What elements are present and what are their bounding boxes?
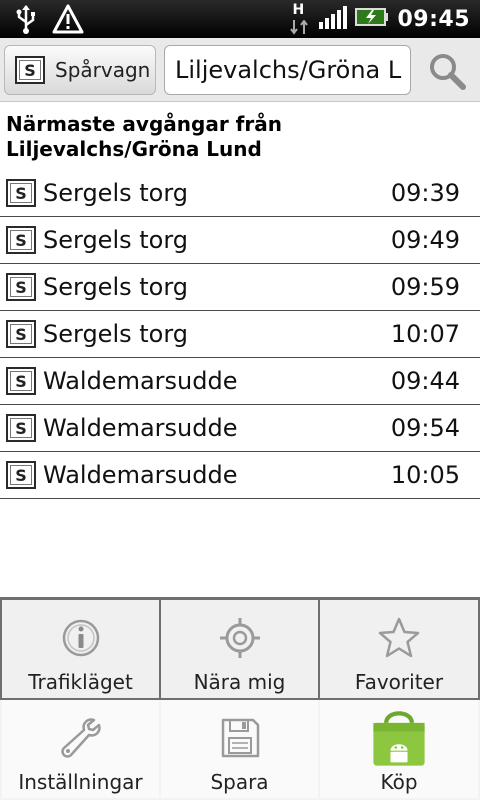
departure-destination: Waldemarsudde	[43, 461, 238, 489]
warning-icon	[52, 4, 84, 38]
departure-row[interactable]: S Sergels torg 09:49	[0, 217, 480, 264]
menu-item-label: Spara	[210, 770, 269, 794]
departure-destination: Sergels torg	[43, 226, 189, 254]
menu-item-label: Nära mig	[193, 670, 286, 694]
menu-item-spara[interactable]: Spara	[161, 700, 318, 798]
departure-row[interactable]: S Waldemarsudde 10:05	[0, 452, 480, 499]
departure-time: 09:49	[390, 226, 460, 254]
tram-s-icon: S	[6, 367, 36, 395]
tram-s-icon: S	[6, 461, 36, 489]
hsdpa-icon: H	[289, 2, 311, 36]
battery-charging-icon	[355, 7, 389, 31]
transport-mode-label: Spårvagn	[55, 58, 151, 82]
menu-item-label: Köp	[380, 770, 418, 794]
toolbar: S Spårvagn Liljevalchs/Gröna L	[0, 38, 480, 102]
transport-mode-button[interactable]: S Spårvagn	[4, 45, 156, 95]
departure-destination: Sergels torg	[43, 273, 189, 301]
menu-item-favoriter[interactable]: Favoriter	[320, 600, 478, 698]
departures-heading: Närmaste avgångar från Liljevalchs/Gröna…	[6, 112, 282, 161]
departure-time: 09:59	[390, 273, 460, 301]
search-button[interactable]	[426, 50, 468, 92]
departure-time: 10:07	[390, 320, 460, 348]
menu-item-label: Inställningar	[18, 770, 143, 794]
tram-s-icon: S	[6, 179, 36, 207]
departure-row[interactable]: S Waldemarsudde 09:44	[0, 358, 480, 405]
menu-item-kop[interactable]: Köp	[320, 700, 478, 798]
departure-destination: Sergels torg	[43, 320, 189, 348]
status-bar: H 09:45	[0, 0, 480, 38]
market-bag-icon	[373, 711, 425, 766]
crosshair-icon	[219, 618, 260, 658]
departure-row[interactable]: S Waldemarsudde 09:54	[0, 405, 480, 452]
menu-item-nara-mig[interactable]: Nära mig	[161, 600, 318, 698]
tram-s-icon: S	[15, 56, 45, 84]
menu-item-trafiklaget[interactable]: Trafikläget	[2, 600, 159, 698]
departure-time: 09:39	[390, 179, 460, 207]
tram-s-icon: S	[6, 226, 36, 254]
wrench-icon	[60, 718, 101, 758]
departure-destination: Waldemarsudde	[43, 367, 238, 395]
departure-time: 09:54	[390, 414, 460, 442]
departure-destination: Sergels torg	[43, 179, 189, 207]
info-icon	[62, 619, 99, 657]
menu-item-label: Trafikläget	[28, 670, 133, 694]
stop-search-value: Liljevalchs/Gröna L	[175, 56, 402, 84]
options-menu: Trafikläget Nära mig Favoriter Inställni…	[0, 597, 480, 800]
tram-s-icon: S	[6, 414, 36, 442]
signal-icon	[319, 5, 348, 33]
tram-s-icon: S	[6, 320, 36, 348]
status-time: 09:45	[397, 6, 470, 32]
stop-search-input[interactable]: Liljevalchs/Gröna L	[164, 45, 411, 95]
departure-time: 09:44	[390, 367, 460, 395]
departure-row[interactable]: S Sergels torg 10:07	[0, 311, 480, 358]
search-icon	[430, 54, 466, 90]
save-disk-icon	[221, 718, 259, 758]
departure-destination: Waldemarsudde	[43, 414, 238, 442]
star-icon	[378, 617, 420, 658]
menu-item-installningar[interactable]: Inställningar	[2, 700, 159, 798]
network-type-label: H	[292, 2, 305, 18]
departure-time: 10:05	[390, 461, 460, 489]
departure-row[interactable]: S Sergels torg 09:59	[0, 264, 480, 311]
tram-s-icon: S	[6, 273, 36, 301]
usb-icon	[14, 4, 38, 38]
menu-item-label: Favoriter	[354, 670, 444, 694]
departures-list: S Sergels torg 09:39 S Sergels torg 09:4…	[0, 170, 480, 499]
departure-row[interactable]: S Sergels torg 09:39	[0, 170, 480, 217]
